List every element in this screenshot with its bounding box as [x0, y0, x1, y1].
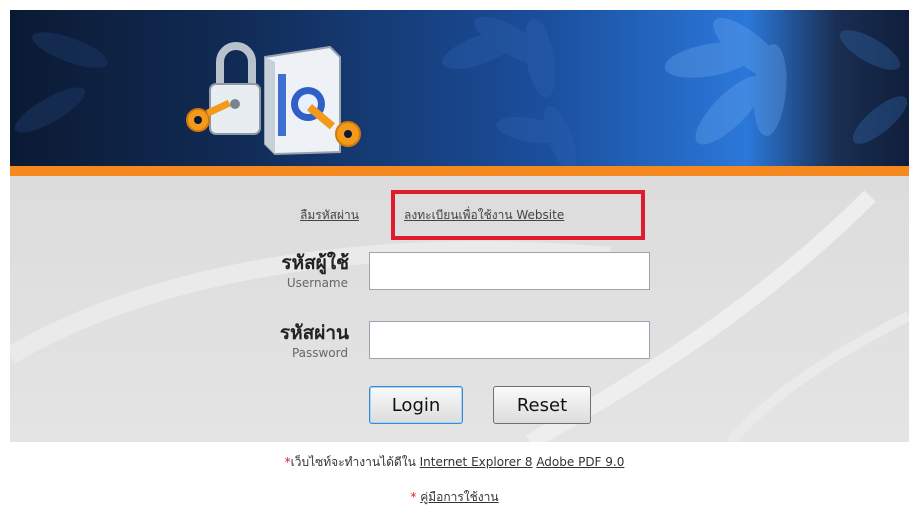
- banner-decoration: [14, 16, 908, 166]
- reset-button[interactable]: Reset: [493, 386, 591, 424]
- header-banner: [10, 10, 909, 166]
- padlock-and-keys-logo: [186, 42, 361, 156]
- password-label-en: Password: [291, 346, 348, 360]
- password-label-th: รหัสผ่าน: [279, 322, 349, 344]
- login-button[interactable]: Login: [369, 386, 463, 424]
- forgot-password-link[interactable]: ลืมรหัสผ่าน: [300, 206, 359, 225]
- username-label-th: รหัสผู้ใช้: [281, 252, 349, 274]
- compatibility-note: *เว็บไซท์จะทำงานได้ดีใน Internet Explore…: [0, 453, 909, 472]
- compat-text: เว็บไซท์จะทำงานได้ดีใน: [290, 455, 416, 469]
- manual-note: * คู่มือการใช้งาน: [0, 488, 909, 507]
- adobe-pdf-link[interactable]: Adobe PDF 9.0: [536, 455, 624, 469]
- header-divider: [10, 166, 909, 176]
- register-highlight-box: [391, 190, 645, 240]
- internet-explorer-link[interactable]: Internet Explorer 8: [420, 455, 533, 469]
- manual-asterisk: *: [410, 490, 417, 504]
- username-input[interactable]: [369, 252, 650, 290]
- username-label-en: Username: [286, 276, 348, 290]
- user-manual-link[interactable]: คู่มือการใช้งาน: [420, 490, 498, 504]
- password-input[interactable]: [369, 321, 650, 359]
